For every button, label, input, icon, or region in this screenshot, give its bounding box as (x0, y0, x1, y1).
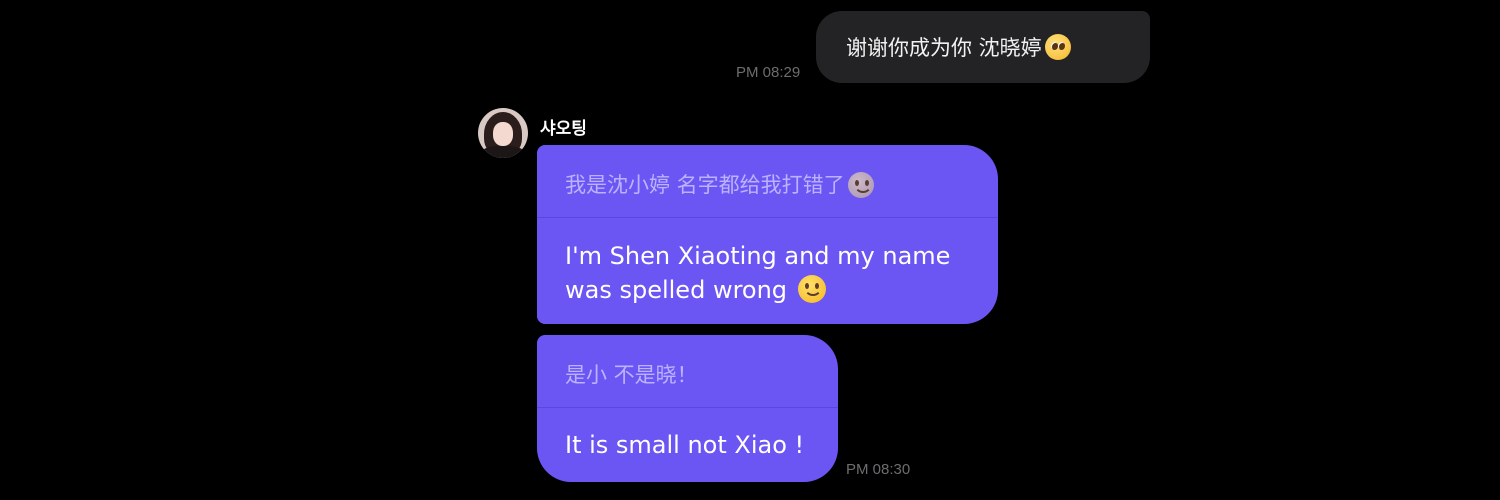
original-message-text: 是小 不是晓！ (565, 363, 698, 387)
pleading-face-icon (1044, 34, 1071, 60)
translation-line: was spelled wrong (565, 273, 950, 307)
avatar[interactable] (478, 108, 528, 158)
original-message-text: 我是沈小婷 名字都给我打错了 (565, 169, 874, 199)
slightly-smiling-face-icon (847, 172, 874, 198)
slightly-smiling-face-icon (797, 275, 826, 303)
outgoing-timestamp: PM 08:29 (736, 64, 801, 81)
incoming-message-bubble[interactable]: 是小 不是晓！ It is small not Xiao ! (537, 335, 838, 482)
outgoing-message-text: 谢谢你成为你 沈晓婷 (846, 32, 1071, 62)
translation-line: I'm Shen Xiaoting and my name (565, 242, 951, 270)
translation-divider (537, 407, 838, 408)
translated-message-text: It is small not Xiao ! (565, 428, 804, 462)
sender-name: 샤오팅 (540, 119, 587, 139)
translated-message-text: I'm Shen Xiaoting and my name was spelle… (565, 239, 950, 307)
incoming-timestamp: PM 08:30 (846, 461, 911, 478)
chat-screen: 谢谢你成为你 沈晓婷 PM 08:29 샤오팅 我是沈小婷 名字都给我打错了 I… (0, 0, 1500, 500)
incoming-message-bubble[interactable]: 我是沈小婷 名字都给我打错了 I'm Shen Xiaoting and my … (537, 145, 998, 324)
translation-line: It is small not Xiao ! (565, 431, 805, 459)
outgoing-message-bubble[interactable]: 谢谢你成为你 沈晓婷 (816, 11, 1150, 83)
translation-divider (537, 217, 998, 218)
